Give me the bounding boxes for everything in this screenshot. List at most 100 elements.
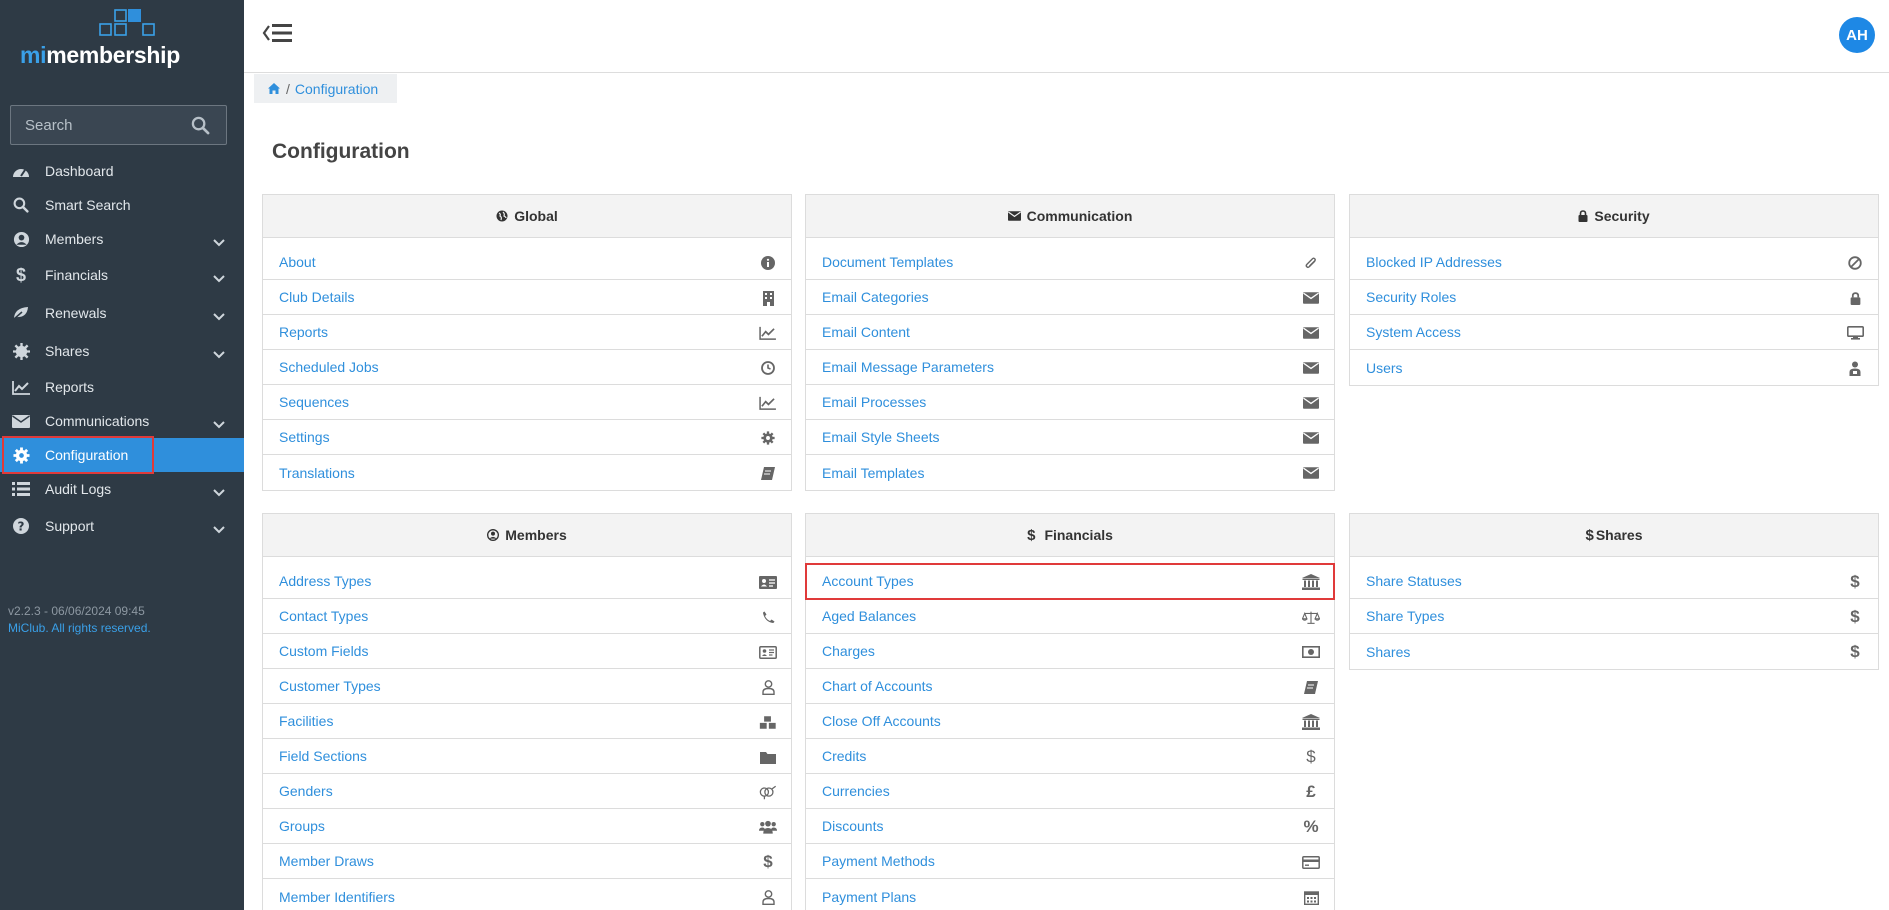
nav-item-dashboard[interactable]: Dashboard	[0, 154, 244, 188]
breadcrumb-current[interactable]: Configuration	[295, 81, 378, 97]
envelope-icon	[1007, 211, 1021, 221]
config-link-system-access[interactable]: System Access	[1350, 315, 1878, 350]
config-link-share-statuses[interactable]: Share Statuses $	[1350, 564, 1878, 599]
link-label: Credits	[822, 748, 867, 764]
nav-item-audit-logs[interactable]: Audit Logs	[0, 472, 244, 506]
config-link-club-details[interactable]: Club Details	[263, 280, 791, 315]
leaf-icon	[11, 303, 31, 323]
panel-title: Shares	[1595, 527, 1643, 543]
link-label: Settings	[279, 429, 330, 445]
panel-header: Communication	[806, 195, 1334, 238]
dollar-icon: $	[15, 264, 26, 285]
config-link-document-templates[interactable]: Document Templates	[806, 245, 1334, 280]
search-icon[interactable]	[191, 116, 210, 140]
config-link-payment-plans[interactable]: Payment Plans	[806, 879, 1334, 910]
config-link-genders[interactable]: Genders	[263, 774, 791, 809]
config-link-users[interactable]: Users	[1350, 350, 1878, 385]
globe-icon	[496, 210, 508, 222]
copyright-link[interactable]: MiClub. All rights reserved.	[8, 621, 151, 635]
config-link-account-types[interactable]: Account Types	[805, 563, 1335, 600]
config-link-email-templates[interactable]: Email Templates	[806, 455, 1334, 490]
config-link-address-types[interactable]: Address Types	[263, 564, 791, 599]
user-outline-icon	[759, 888, 777, 906]
link-label: Payment Plans	[822, 888, 917, 905]
config-link-email-processes[interactable]: Email Processes	[806, 385, 1334, 420]
gear-burst-icon	[11, 341, 31, 361]
nav-label: Dashboard	[45, 163, 114, 179]
scale-icon	[1302, 608, 1320, 626]
chevron-down-icon	[213, 484, 225, 500]
credit-card-icon	[1302, 853, 1320, 871]
config-link-groups[interactable]: Groups	[263, 809, 791, 844]
config-link-charges[interactable]: Charges	[806, 634, 1334, 669]
app-logo[interactable]: mimembership	[20, 8, 180, 70]
nav-item-financials[interactable]: $ Financials	[0, 256, 244, 294]
config-link-sequences[interactable]: Sequences	[263, 385, 791, 420]
config-link-contact-types[interactable]: Contact Types	[263, 599, 791, 634]
config-link-about[interactable]: About	[263, 245, 791, 280]
config-link-custom-fields[interactable]: Custom Fields	[263, 634, 791, 669]
config-link-security-roles[interactable]: Security Roles	[1350, 280, 1878, 315]
config-link-field-sections[interactable]: Field Sections	[263, 739, 791, 774]
link-label: Document Templates	[822, 254, 954, 270]
config-link-shares[interactable]: Shares $	[1350, 634, 1878, 669]
list-icon	[11, 479, 31, 499]
config-link-blocked-ip-addresses[interactable]: Blocked IP Addresses	[1350, 245, 1878, 280]
id-card-icon	[759, 643, 777, 661]
nav-item-shares[interactable]: Shares	[0, 332, 244, 370]
link-label: Club Details	[279, 289, 355, 305]
config-link-member-draws[interactable]: Member Draws $	[263, 844, 791, 879]
config-link-payment-methods[interactable]: Payment Methods	[806, 844, 1334, 879]
panel-title: Financials	[1044, 527, 1113, 543]
config-link-settings[interactable]: Settings	[263, 420, 791, 455]
config-link-email-message-parameters[interactable]: Email Message Parameters	[806, 350, 1334, 385]
config-link-aged-balances[interactable]: Aged Balances	[806, 599, 1334, 634]
nav-item-reports[interactable]: Reports	[0, 370, 244, 404]
nav-item-support[interactable]: ? Support	[0, 506, 244, 546]
panel-security: Security Blocked IP Addresses Security R…	[1349, 194, 1879, 386]
config-link-customer-types[interactable]: Customer Types	[263, 669, 791, 704]
user-avatar[interactable]: AH	[1839, 17, 1875, 53]
breadcrumb-separator: /	[286, 80, 290, 97]
search-input[interactable]	[11, 106, 186, 144]
link-label: Member Identifiers	[279, 888, 395, 905]
building-icon	[759, 289, 777, 307]
config-link-facilities[interactable]: Facilities	[263, 704, 791, 739]
link-label: Payment Methods	[822, 853, 935, 869]
config-link-translations[interactable]: Translations	[263, 455, 791, 490]
nav-item-members[interactable]: Members	[0, 222, 244, 256]
config-link-email-style-sheets[interactable]: Email Style Sheets	[806, 420, 1334, 455]
chevron-down-icon	[213, 346, 225, 362]
nav-item-communications[interactable]: Communications	[0, 404, 244, 438]
dollar-icon: $	[1027, 526, 1036, 544]
config-link-member-identifiers[interactable]: Member Identifiers	[263, 879, 791, 910]
link-label: Member Draws	[279, 853, 374, 869]
config-link-email-categories[interactable]: Email Categories	[806, 280, 1334, 315]
genderless-icon	[759, 783, 777, 801]
config-link-credits[interactable]: Credits $	[806, 739, 1334, 774]
config-link-reports[interactable]: Reports	[263, 315, 791, 350]
config-link-scheduled-jobs[interactable]: Scheduled Jobs	[263, 350, 791, 385]
config-link-close-off-accounts[interactable]: Close Off Accounts	[806, 704, 1334, 739]
info-icon	[759, 254, 777, 272]
nav-item-smart-search[interactable]: Smart Search	[0, 188, 244, 222]
link-label: System Access	[1366, 324, 1461, 340]
home-icon[interactable]	[268, 81, 280, 97]
nav-label: Reports	[45, 379, 95, 395]
panel-header: $ Shares	[1350, 514, 1878, 557]
chevron-down-icon	[213, 416, 225, 432]
link-label: Email Style Sheets	[822, 429, 940, 445]
sidebar-toggle-icon[interactable]	[262, 21, 294, 50]
config-link-share-types[interactable]: Share Types $	[1350, 599, 1878, 634]
logo-squares-icon	[99, 9, 155, 36]
gear-icon	[759, 429, 777, 447]
config-link-currencies[interactable]: Currencies £	[806, 774, 1334, 809]
config-link-email-content[interactable]: Email Content	[806, 315, 1334, 350]
nav-label: Smart Search	[45, 197, 131, 213]
config-link-chart-of-accounts[interactable]: Chart of Accounts	[806, 669, 1334, 704]
chevron-down-icon	[213, 308, 225, 324]
panel-header: Security	[1350, 195, 1878, 238]
config-link-discounts[interactable]: Discounts%	[806, 809, 1334, 844]
nav-item-configuration[interactable]: Configuration	[0, 436, 244, 474]
nav-item-renewals[interactable]: Renewals	[0, 294, 244, 332]
